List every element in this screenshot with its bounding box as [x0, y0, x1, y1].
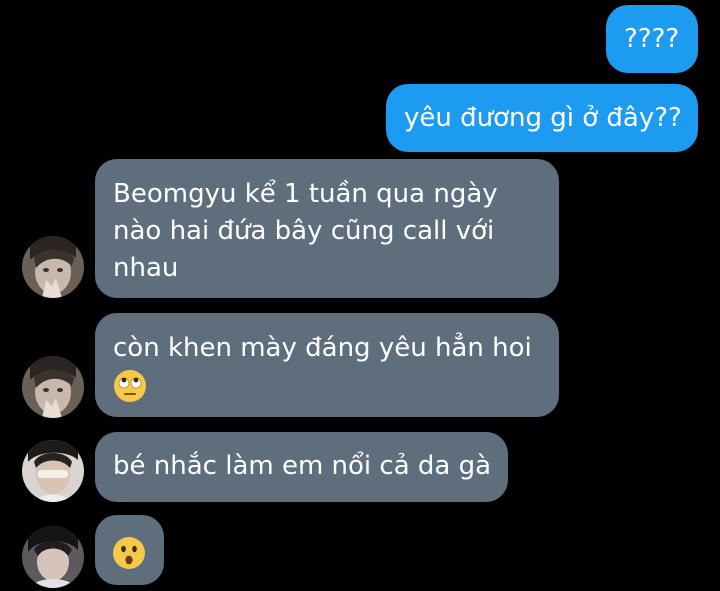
message-bubble-received[interactable]: còn khen mày đáng yêu hẳn hoi: [95, 313, 559, 417]
message-bubble-received[interactable]: bé nhắc làm em nổi cả da gà: [95, 432, 508, 502]
message-bubble-sent[interactable]: yêu đương gì ở đây??: [386, 84, 698, 152]
message-text: yêu đương gì ở đây??: [404, 103, 682, 133]
message-bubble-received[interactable]: [95, 515, 164, 585]
message-text: ????: [624, 24, 680, 54]
message-text: Beomgyu kể 1 tuần qua ngày nào hai đứa b…: [113, 179, 498, 283]
contact-avatar[interactable]: [22, 440, 84, 502]
face-with-open-mouth-icon: [112, 536, 146, 570]
face-with-rolling-eyes-icon: [113, 369, 147, 403]
message-bubble-received[interactable]: Beomgyu kể 1 tuần qua ngày nào hai đứa b…: [95, 159, 559, 298]
message-text: còn khen mày đáng yêu hẳn hoi: [113, 333, 532, 363]
message-bubble-sent[interactable]: ????: [606, 5, 698, 73]
contact-avatar[interactable]: [22, 526, 84, 588]
contact-avatar[interactable]: [22, 236, 84, 298]
message-text: bé nhắc làm em nổi cả da gà: [113, 451, 492, 481]
contact-avatar[interactable]: [22, 356, 84, 418]
